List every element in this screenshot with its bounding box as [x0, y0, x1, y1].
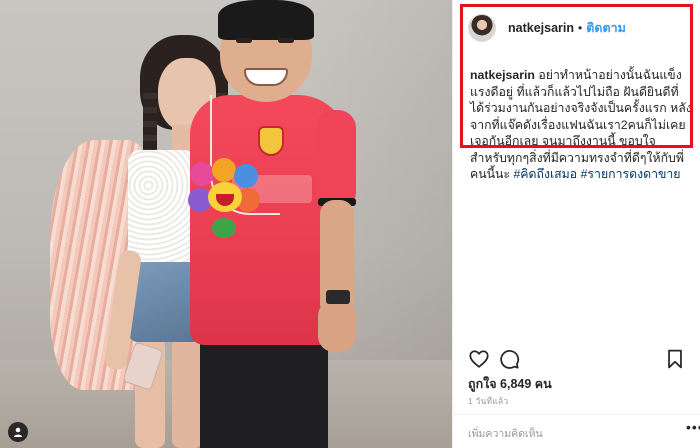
post-timestamp[interactable]: 1 วันที่แล้ว	[468, 394, 508, 408]
likes-count[interactable]: ถูกใจ 6,849 คน	[468, 374, 552, 394]
comment-icon[interactable]	[498, 348, 520, 370]
user-tag-icon[interactable]	[8, 422, 28, 442]
petal	[190, 162, 214, 186]
bookmark-icon[interactable]	[664, 348, 686, 370]
man-grin	[244, 68, 288, 86]
man-hand	[318, 300, 356, 352]
comment-input[interactable]: เพิ่มความคิดเห็น	[468, 425, 543, 442]
man-eye	[278, 38, 294, 43]
comment-box[interactable]: เพิ่มความคิดเห็น	[452, 414, 700, 448]
woman-lace-top	[128, 150, 196, 268]
hashtag-link[interactable]: #รายการดงดาขาย	[581, 167, 681, 181]
hashtag-link[interactable]: #คิดถึงเสมอ	[513, 167, 577, 181]
highlight-annotation-box	[460, 4, 693, 148]
post-photo[interactable]	[0, 0, 452, 448]
man-eye	[236, 38, 252, 43]
man-watch	[326, 290, 350, 304]
man-hair	[218, 0, 314, 40]
man-pants	[200, 338, 328, 448]
jersey-crest	[258, 126, 284, 156]
petal	[212, 158, 236, 182]
more-options-icon[interactable]: •••	[686, 420, 700, 434]
flower-leaf	[212, 218, 236, 238]
flower-plush	[188, 158, 260, 238]
man-sleeve	[316, 110, 356, 210]
person-glyph	[13, 427, 23, 437]
action-bar	[468, 348, 684, 372]
woman-leg	[172, 338, 202, 448]
petal	[234, 164, 258, 188]
heart-icon[interactable]	[468, 348, 490, 370]
